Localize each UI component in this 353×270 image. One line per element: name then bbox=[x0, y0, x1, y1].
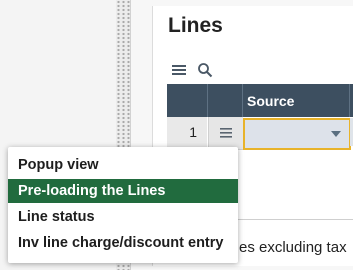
context-menu: Popup view Pre-loading the Lines Line st… bbox=[8, 147, 238, 263]
chevron-down-icon[interactable] bbox=[331, 131, 341, 137]
row-actions-cell[interactable] bbox=[208, 117, 243, 150]
column-header-source[interactable]: Source bbox=[247, 93, 294, 109]
search-icon[interactable] bbox=[197, 62, 213, 78]
menu-icon[interactable] bbox=[171, 62, 187, 78]
row-number-cell: 1 bbox=[167, 117, 207, 150]
header-separator bbox=[349, 84, 350, 117]
divider bbox=[238, 219, 353, 220]
row-number: 1 bbox=[189, 124, 197, 140]
menu-item-inv-line-charge-discount[interactable]: Inv line charge/discount entry bbox=[8, 231, 238, 255]
header-separator bbox=[207, 84, 208, 117]
partial-label: es excluding tax bbox=[239, 239, 347, 256]
header-separator bbox=[242, 84, 243, 117]
menu-item-pre-loading-lines[interactable]: Pre-loading the Lines bbox=[8, 179, 238, 203]
source-select[interactable] bbox=[243, 118, 351, 150]
menu-item-popup-view[interactable]: Popup view bbox=[8, 153, 238, 177]
menu-item-line-status[interactable]: Line status bbox=[8, 205, 238, 229]
row-menu-icon[interactable] bbox=[219, 126, 233, 140]
section-title: Lines bbox=[168, 14, 223, 37]
